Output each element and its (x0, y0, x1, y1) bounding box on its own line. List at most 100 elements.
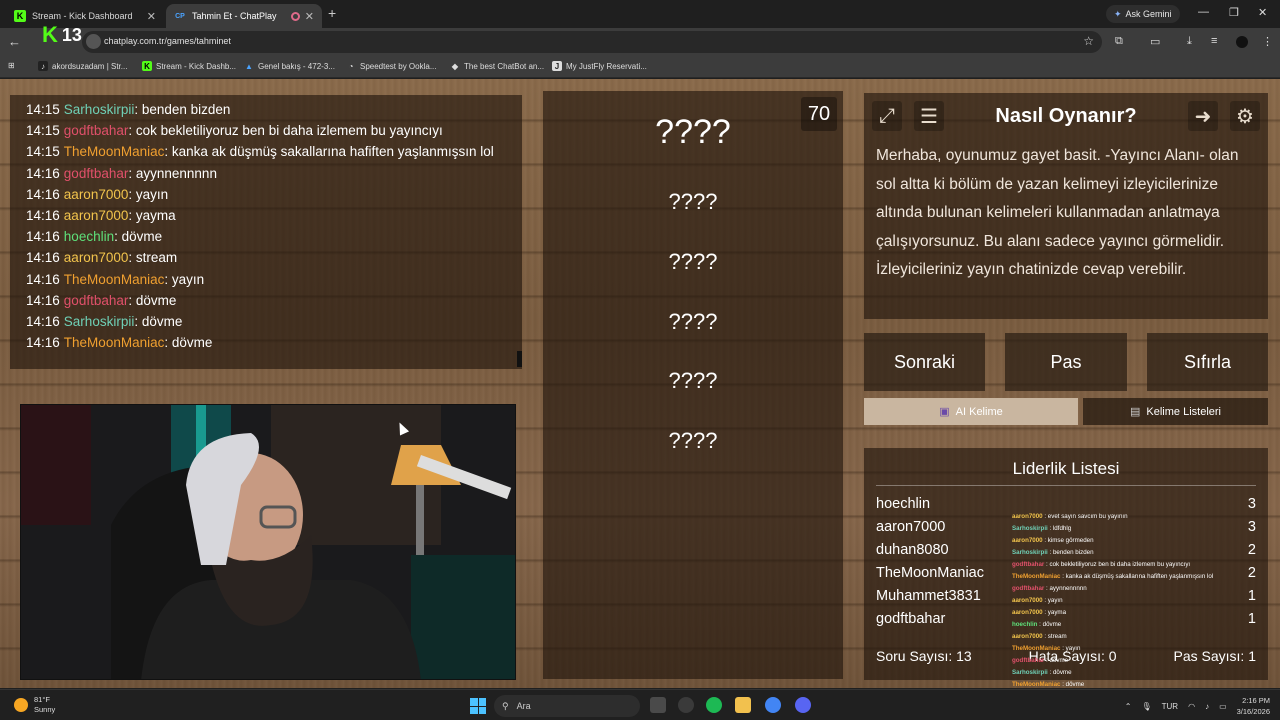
overlay-text: dövme (1052, 669, 1072, 676)
logout-icon[interactable]: ➜ (1188, 101, 1218, 131)
bookmark-item[interactable]: ◆ The best ChatBot an... (450, 61, 544, 71)
discord-icon[interactable] (795, 697, 811, 713)
overlay-chat-message: godftbahar : cok bekletiliyoruz ben bi d… (1012, 559, 1248, 571)
chat-separator: : (128, 208, 136, 224)
overlay-username: Sarhoskirpii (1012, 669, 1048, 676)
obs-icon[interactable] (678, 697, 694, 713)
bookmark-star-icon[interactable]: ☆ (1083, 34, 1094, 48)
bookmark-item[interactable]: J My JustFly Reservati... (552, 61, 647, 71)
clock-time: 2:16 PM (1242, 696, 1270, 705)
bookmark-item[interactable]: ▲ Genel bakış - 472-3... (244, 61, 335, 71)
battery-icon[interactable]: ▭ (1219, 702, 1227, 711)
bookmark-item[interactable]: ♪ akordsuzadam | Str... (38, 61, 127, 71)
chat-username[interactable]: aaron7000 (64, 208, 129, 223)
chat-message-list: 14:15 Sarhoskirpii: benden bizden 14:15 god… (26, 99, 522, 353)
chat-username[interactable]: godftbahar (64, 123, 129, 138)
leaderboard-title: Liderlik Listesi (1012, 459, 1120, 478)
chat-username[interactable]: TheMoonManiac (64, 144, 165, 159)
player-name: duhan8080 (876, 542, 949, 558)
overlay-text: evet sayın savcım bu yayının (1047, 513, 1128, 520)
next-button[interactable]: Sonraki (864, 333, 985, 391)
forbidden-word: ???? (668, 428, 718, 453)
apps-grid-icon[interactable]: ⊞ (8, 61, 15, 70)
stream-chat-overlay: aaron7000 : evet sayın savcım bu yayının… (1012, 511, 1248, 689)
bookmark-item[interactable]: K Stream - Kick Dashb... (142, 61, 236, 71)
tab-chatplay[interactable]: CP Tahmin Et - ChatPlay ✕ (166, 4, 322, 28)
chat-username[interactable]: godftbahar (64, 293, 129, 308)
overlay-chat-message: Sarhoskirpii : dövme (1012, 667, 1248, 679)
forbidden-word: ???? (668, 249, 718, 274)
close-window-icon[interactable]: ✕ (1258, 6, 1267, 19)
input-language[interactable]: TUR (1162, 702, 1178, 711)
restore-icon[interactable]: ❐ (1229, 6, 1239, 19)
spotify-icon[interactable] (706, 697, 722, 713)
chat-username[interactable]: aaron7000 (64, 250, 129, 265)
chat-username[interactable]: Sarhoskirpii (64, 314, 135, 329)
profile-avatar[interactable] (1236, 36, 1248, 48)
volume-icon[interactable]: ♪ (1205, 702, 1209, 711)
cast-icon[interactable]: ▭ (1150, 35, 1160, 48)
divider (876, 485, 1256, 486)
clock[interactable]: 2:16 PM 3/16/2026 (1237, 695, 1270, 717)
bookmark-label: akordsuzadam | Str... (52, 61, 128, 71)
chat-username[interactable]: hoechlin (64, 229, 114, 244)
taskbar-search[interactable]: ⚲ Ara (494, 695, 640, 717)
word-lists-button[interactable]: ▤ Kelime Listeleri (1083, 398, 1268, 425)
back-arrow-icon[interactable]: ← (8, 34, 21, 49)
settings-gear-icon[interactable]: ⚙ (1230, 101, 1260, 131)
bookmark-item[interactable]: ◔ Speedtest by Ookla... (346, 61, 437, 71)
new-tab-button[interactable]: + (328, 5, 336, 21)
media-icon[interactable]: ≡ (1211, 35, 1217, 47)
task-view-icon[interactable] (650, 697, 666, 713)
overlay-chat-message: aaron7000 : kimse görmeden (1012, 535, 1248, 547)
chat-timestamp: 14:15 (26, 102, 60, 117)
player-score: 1 (1247, 588, 1256, 604)
chat-username[interactable]: TheMoonManiac (64, 272, 165, 287)
address-bar[interactable]: chatplay.com.tr/games/tahminet ☆ (82, 31, 1102, 53)
chat-message: 14:16 aaron7000: yayma (26, 205, 522, 226)
close-tab-icon[interactable]: ✕ (305, 10, 314, 23)
ask-gemini-label: Ask Gemini (1125, 9, 1172, 19)
weather-widget[interactable]: 81°F Sunny (14, 695, 55, 715)
file-explorer-icon[interactable] (735, 697, 751, 713)
tab-kick-dashboard[interactable]: K Stream - Kick Dashboard ✕ (6, 4, 164, 28)
chatbot-icon: ◆ (451, 61, 459, 71)
overlay-chat-message: aaron7000 : stream (1012, 631, 1248, 643)
chat-message: 14:16 godftbahar: ayynnennnnn (26, 163, 522, 184)
player-name: godftbahar (876, 611, 946, 627)
ask-gemini-button[interactable]: ✦ Ask Gemini (1106, 5, 1180, 23)
player-name: aaron7000 (876, 519, 946, 535)
extensions-icon[interactable]: ⧉ (1115, 35, 1123, 48)
pass-button[interactable]: Pas (1005, 333, 1127, 391)
chat-username[interactable]: aaron7000 (64, 187, 129, 202)
chat-message: 14:15 godftbahar: cok bekletiliyoruz ben … (26, 120, 522, 141)
microphone-icon[interactable]: 🎙 (1141, 702, 1151, 711)
chat-timestamp: 14:16 (26, 229, 60, 245)
chat-message: 14:16 TheMoonManiac: dövme (26, 332, 522, 353)
ai-word-button[interactable]: ▣ AI Kelime (864, 398, 1078, 425)
wifi-icon[interactable]: ◠ (1188, 702, 1195, 711)
minimize-icon[interactable]: — (1198, 6, 1209, 18)
site-info-icon[interactable] (86, 34, 101, 49)
overlay-username: TheMoonManiac (1012, 645, 1061, 652)
overlay-username: godftbahar (1012, 561, 1045, 568)
overlay-text: yayın (1047, 597, 1063, 604)
chat-separator: : (164, 335, 172, 351)
overlay-username: Sarhoskirpii (1012, 549, 1048, 556)
chevron-up-icon[interactable]: ⌃ (1125, 702, 1132, 711)
chat-scrollbar[interactable] (517, 351, 522, 367)
reset-button[interactable]: Sıfırla (1147, 333, 1268, 391)
overlay-text: dövme (1065, 681, 1085, 688)
chat-username[interactable]: TheMoonManiac (64, 335, 165, 350)
chat-username[interactable]: godftbahar (64, 166, 129, 181)
chatplay-icon: CP (175, 12, 185, 20)
close-tab-icon[interactable]: ✕ (147, 10, 156, 23)
chat-username[interactable]: Sarhoskirpii (64, 102, 135, 117)
chrome-icon[interactable] (765, 697, 781, 713)
word-lists-label: Kelime Listeleri (1146, 405, 1221, 418)
bookmark-label: My JustFly Reservati... (566, 61, 647, 71)
download-icon[interactable]: ⤓ (1187, 35, 1192, 48)
windows-start-icon[interactable] (470, 698, 486, 714)
overlay-chat-message: Sarhoskirpii : ldfdhlg (1012, 523, 1248, 535)
menu-kebab-icon[interactable]: ⋮ (1262, 35, 1273, 48)
